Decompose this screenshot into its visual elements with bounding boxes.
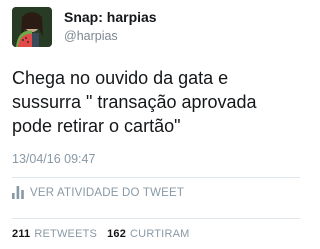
user-handle[interactable]: @harpias bbox=[64, 29, 118, 43]
likes-count: 162 bbox=[107, 228, 127, 240]
retweets-count: 211 bbox=[12, 228, 31, 240]
activity-label: VER ATIVIDADE DO TWEET bbox=[30, 186, 185, 199]
likes-stat[interactable]: 162 CURTIRAM bbox=[107, 228, 189, 240]
avatar[interactable] bbox=[12, 7, 52, 47]
tweet-timestamp: 13/04/16 09:47 bbox=[12, 152, 96, 166]
tweet-line: pode retirar o cartão" bbox=[12, 116, 181, 136]
bar-chart-icon bbox=[12, 186, 24, 199]
tweet-line: Chega no ouvido da gata e bbox=[12, 68, 229, 88]
divider bbox=[12, 218, 300, 219]
view-activity-button[interactable]: VER ATIVIDADE DO TWEET bbox=[12, 186, 184, 199]
avatar-image bbox=[12, 7, 52, 47]
likes-label: CURTIRAM bbox=[130, 228, 190, 240]
retweets-stat[interactable]: 211 RETWEETS bbox=[12, 228, 97, 240]
retweets-label: RETWEETS bbox=[34, 228, 98, 240]
tweet-text: Chega no ouvido da gata e sussurra " tra… bbox=[12, 66, 294, 138]
tweet-stats: 211 RETWEETS 162 CURTIRAM bbox=[12, 228, 189, 240]
divider bbox=[12, 177, 300, 178]
display-name[interactable]: Snap: harpias bbox=[64, 9, 157, 25]
tweet-line: sussurra " transação aprovada bbox=[12, 92, 257, 112]
tweet-card: Snap: harpias @harpias Chega no ouvido d… bbox=[0, 0, 300, 249]
